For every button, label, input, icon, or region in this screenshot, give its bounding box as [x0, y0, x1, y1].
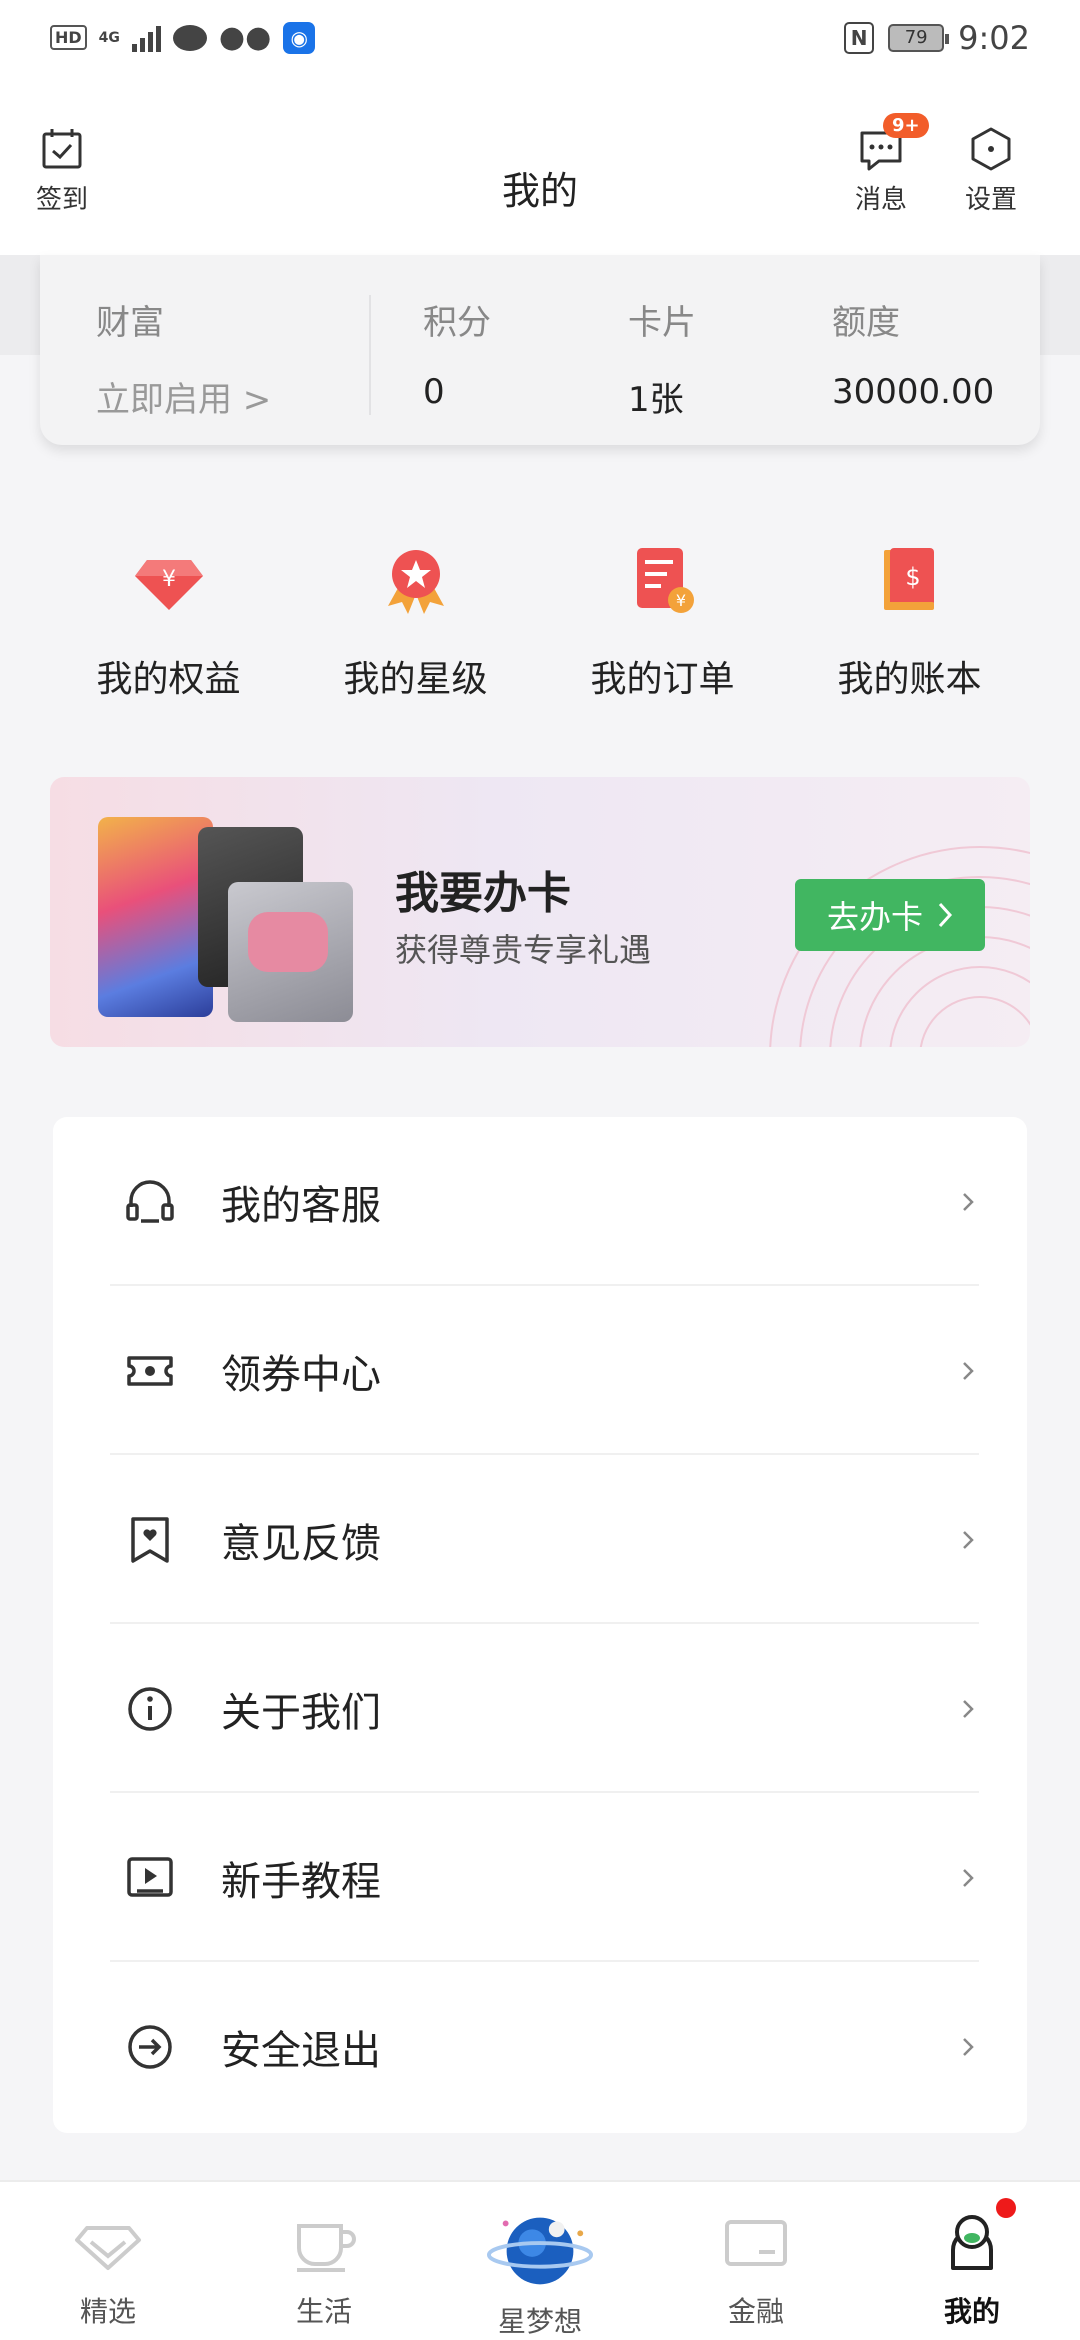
- points-label: 积分: [423, 303, 491, 343]
- apply-card-banner[interactable]: 我要办卡 获得尊贵专享礼遇 去办卡: [50, 777, 1030, 1047]
- status-time: 9:02: [958, 18, 1030, 57]
- top-header: 签到 我的 9+ 消息 设置: [0, 75, 1080, 255]
- apply-card-button[interactable]: 去办卡: [795, 879, 985, 951]
- menu-label-about-us: 关于我们: [221, 1689, 381, 1736]
- apply-card-button-label: 去办卡: [826, 898, 923, 936]
- nav-label-featured: 精选: [79, 2295, 136, 2328]
- stats-card: 财富 立即启用 > 积分 0 卡片 1张 额度 30000.00: [40, 255, 1040, 445]
- nav-label-profile: 我的: [943, 2295, 1000, 2328]
- network-label: 4G: [98, 29, 120, 46]
- nav-label-star-dream: 星梦想: [497, 2305, 582, 2338]
- message-icon-wrap: 9+: [857, 113, 929, 173]
- svg-text:¥: ¥: [675, 591, 685, 610]
- cards-stat[interactable]: 卡片 1张: [628, 295, 696, 421]
- cards-value: 1张: [628, 380, 684, 420]
- menu-label-logout: 安全退出: [221, 2027, 381, 2074]
- quick-ledger-label: 我的账本: [837, 659, 982, 700]
- nav-tab-featured[interactable]: 精选: [0, 2182, 216, 2340]
- quick-benefits[interactable]: ¥ 我的权益: [45, 540, 292, 702]
- cards-label: 卡片: [628, 303, 696, 343]
- banner-title: 我要办卡: [395, 868, 571, 919]
- menu-label-customer-service: 我的客服: [221, 1182, 381, 1229]
- quick-benefits-label: 我的权益: [96, 659, 241, 700]
- feedback-icon: [131, 1516, 169, 1563]
- settings-button[interactable]: 设置: [965, 125, 1017, 216]
- wealth-label: 财富: [96, 303, 164, 343]
- bulb-app-icon: ◉: [283, 21, 316, 54]
- wechat-icon: ●●: [218, 20, 272, 55]
- headset-icon: [126, 1179, 174, 1223]
- quick-star-level[interactable]: 我的星级: [292, 540, 539, 702]
- quick-ledger[interactable]: $ 我的账本: [786, 540, 1033, 702]
- quick-orders[interactable]: ¥ 我的订单: [539, 540, 786, 702]
- tutorial-icon: [127, 1856, 173, 1897]
- status-bar: HD 4G ●● ◉ N 79 9:02: [0, 0, 1080, 75]
- limit-label: 额度: [832, 303, 900, 343]
- message-label: 消息: [855, 185, 908, 215]
- bottom-nav: 精选 生活 星梦想 金融 我的: [0, 2180, 1080, 2340]
- coupon-icon: [127, 1355, 173, 1386]
- svg-text:$: $: [905, 563, 920, 591]
- svg-text:¥: ¥: [162, 567, 176, 592]
- page-title: 我的: [501, 169, 578, 213]
- featured-diamond-icon: [75, 2226, 141, 2270]
- menu-item-coupon-center[interactable]: 领券中心: [53, 1286, 1027, 1455]
- quick-actions: ¥ 我的权益 我的星级 ¥ 我的订单 $ 我的账本: [0, 540, 1080, 702]
- menu-item-logout[interactable]: 安全退出: [53, 1962, 1027, 2131]
- nav-tab-finance[interactable]: 金融: [648, 2182, 864, 2340]
- battery-icon: 79: [888, 23, 950, 52]
- points-stat[interactable]: 积分 0: [423, 295, 491, 412]
- nav-tab-star-dream[interactable]: 星梦想: [432, 2182, 648, 2340]
- menu-item-customer-service[interactable]: 我的客服: [53, 1117, 1027, 1286]
- points-value: 0: [423, 372, 445, 412]
- wealth-enable-link[interactable]: 立即启用 >: [96, 372, 271, 421]
- ledger-book-icon: $: [883, 548, 934, 610]
- nfc-icon: N: [844, 21, 875, 54]
- star-medal-icon: [387, 550, 444, 614]
- message-bubble-icon: [172, 24, 207, 51]
- planet-icon: [486, 2217, 594, 2285]
- stats-divider: [369, 295, 371, 415]
- chevron-right-icon: [963, 1530, 974, 1549]
- bank-cards-illustration: [98, 817, 353, 1022]
- quick-orders-label: 我的订单: [590, 659, 735, 700]
- notification-dot: [996, 2198, 1016, 2218]
- menu-label-tutorial: 新手教程: [221, 1858, 381, 1905]
- messages-button[interactable]: 9+ 消息: [855, 113, 929, 216]
- nav-tab-profile[interactable]: 我的: [864, 2182, 1080, 2340]
- chevron-right-icon: [963, 2037, 974, 2056]
- message-badge: 9+: [883, 113, 929, 138]
- nav-tab-life[interactable]: 生活: [216, 2182, 432, 2340]
- menu-list: 我的客服 领券中心 意见反馈 关于我们 新手教程 安全退出: [53, 1117, 1027, 2133]
- settings-label: 设置: [965, 185, 1018, 215]
- benefits-gem-icon: ¥: [134, 560, 203, 610]
- nav-label-life: 生活: [295, 2295, 352, 2328]
- quick-star-level-label: 我的星级: [343, 659, 488, 700]
- settings-hexagon-icon: [971, 127, 1011, 171]
- chevron-right-icon: [963, 1361, 974, 1380]
- chevron-right-icon: [938, 902, 953, 928]
- limit-value: 30000.00: [832, 372, 995, 412]
- banner-subtitle: 获得尊贵专享礼遇: [395, 931, 652, 969]
- chevron-right-icon: [963, 1868, 974, 1887]
- menu-item-feedback[interactable]: 意见反馈: [53, 1455, 1027, 1624]
- nav-label-finance: 金融: [727, 2295, 784, 2328]
- signal-icon: [131, 24, 161, 52]
- menu-label-coupon-center: 领券中心: [221, 1351, 381, 1398]
- finance-card-icon: [725, 2220, 787, 2266]
- hd-label: HD: [50, 25, 87, 50]
- logout-icon: [128, 2024, 172, 2069]
- wealth-stat[interactable]: 财富 立即启用 >: [96, 295, 271, 421]
- menu-item-tutorial[interactable]: 新手教程: [53, 1793, 1027, 1962]
- info-icon: [128, 1686, 172, 1731]
- menu-item-about-us[interactable]: 关于我们: [53, 1624, 1027, 1793]
- profile-icon: [951, 2215, 993, 2270]
- chevron-right-icon: [963, 1192, 974, 1211]
- life-cup-icon: [297, 2224, 356, 2272]
- limit-stat[interactable]: 额度 30000.00: [832, 295, 994, 412]
- menu-label-feedback: 意见反馈: [221, 1520, 381, 1567]
- chevron-right-icon: [963, 1699, 974, 1718]
- order-receipt-icon: ¥: [636, 548, 694, 613]
